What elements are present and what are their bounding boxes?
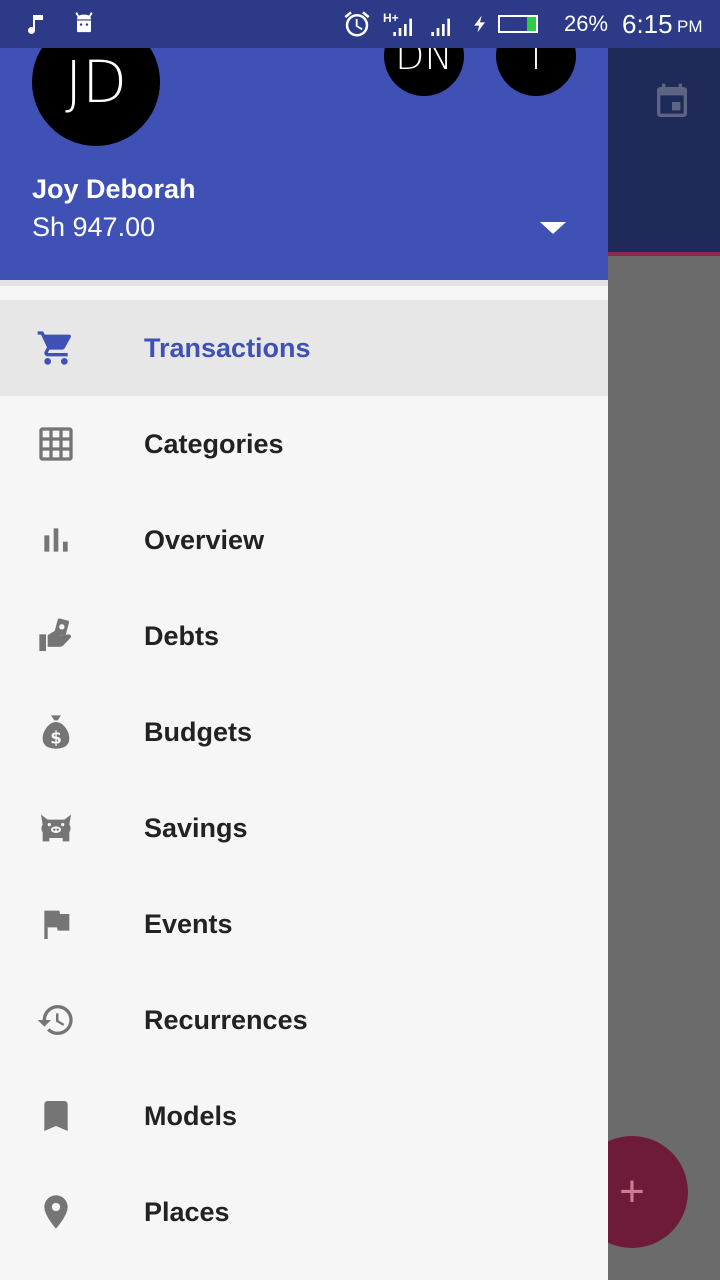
place-icon — [44, 1195, 68, 1229]
menu-item-places[interactable]: Places — [0, 1164, 608, 1260]
clock-ampm: PM — [677, 17, 703, 36]
battery-percent: 26% — [564, 11, 609, 36]
menu-item-overview[interactable]: Overview — [0, 492, 608, 588]
menu-label: Places — [144, 1197, 230, 1227]
account-name: Joy Deborah — [32, 174, 196, 204]
menu-label: Models — [144, 1101, 238, 1131]
music-note-icon — [28, 15, 43, 34]
navigation-drawer: JD DN T Joy Deborah Sh 947.00 Transactio… — [0, 0, 608, 1280]
alarm-icon — [344, 11, 370, 37]
signal-icon — [393, 18, 412, 36]
menu-item-models[interactable]: Models — [0, 1068, 608, 1164]
piggy-bank-icon — [41, 814, 71, 842]
menu-item-savings[interactable]: Savings — [0, 780, 608, 876]
menu-label: Budgets — [144, 717, 252, 747]
money-bag-icon: $ — [42, 715, 70, 749]
status-bar: H+ 26% 6:15 PM — [0, 0, 720, 48]
account-balance: Sh 947.00 — [32, 212, 156, 242]
bookmark-icon — [44, 1101, 68, 1131]
menu-label: Transactions — [144, 333, 311, 363]
menu-label: Savings — [144, 813, 248, 843]
calendar-icon[interactable] — [652, 82, 692, 122]
menu-item-categories[interactable]: Categories — [0, 396, 608, 492]
bar-chart-icon — [44, 528, 68, 552]
menu-label: Recurrences — [144, 1005, 308, 1035]
menu-label: Debts — [144, 621, 220, 651]
battery-icon — [498, 0, 542, 48]
money-hand-icon — [39, 618, 72, 651]
menu-label: Overview — [144, 525, 265, 555]
charging-icon — [474, 15, 485, 33]
menu-item-transactions[interactable]: Transactions — [0, 300, 608, 396]
header-divider — [0, 280, 608, 286]
menu-item-debts[interactable]: Debts — [0, 588, 608, 684]
menu-label: Events — [144, 909, 233, 939]
flag-icon — [44, 910, 70, 939]
menu-item-budgets[interactable]: $ Budgets — [0, 684, 608, 780]
grid-icon — [39, 427, 73, 461]
menu-item-events[interactable]: Events — [0, 876, 608, 972]
account-dropdown-icon[interactable] — [540, 222, 566, 234]
drawer-menu: Transactions Categories Overview Debts $… — [0, 300, 608, 1260]
menu-label: Categories — [144, 429, 284, 459]
android-icon — [75, 12, 93, 33]
signal-icon-2 — [431, 18, 450, 36]
clock-time: 6:15 — [622, 8, 673, 39]
svg-text:$: $ — [50, 729, 62, 748]
cart-icon — [37, 331, 72, 365]
history-icon — [37, 1005, 73, 1035]
menu-item-recurrences[interactable]: Recurrences — [0, 972, 608, 1068]
